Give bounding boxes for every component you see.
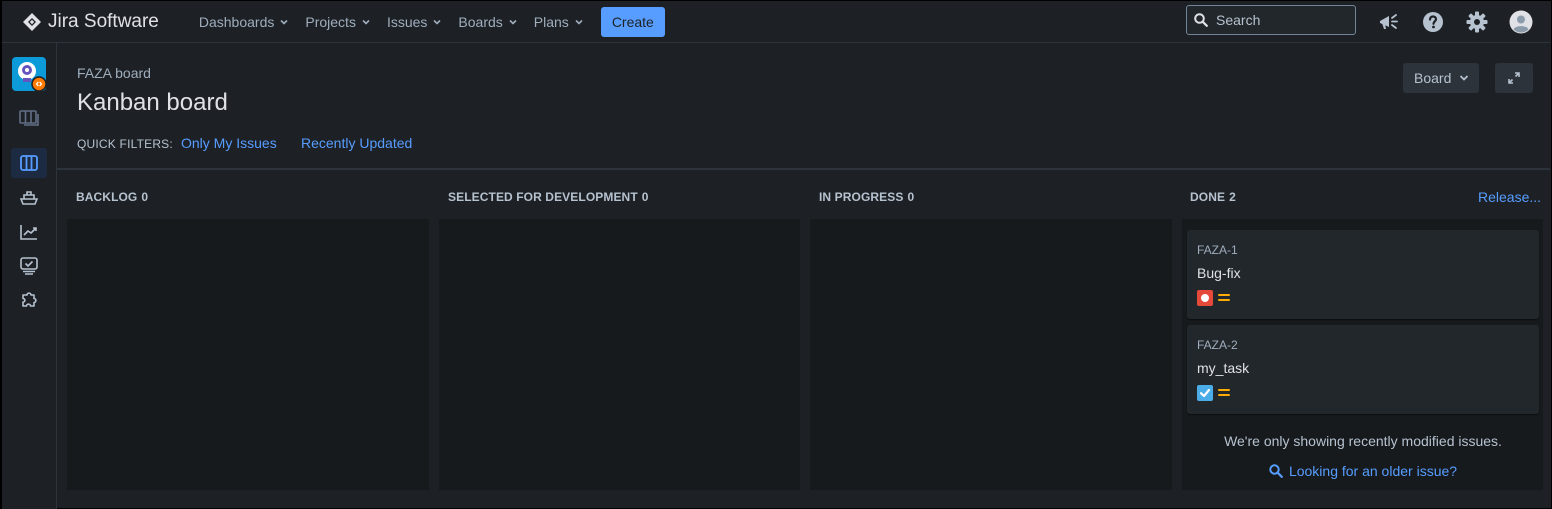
search-box[interactable] — [1186, 5, 1356, 35]
chevron-down-icon — [362, 19, 370, 25]
column-count: 0 — [641, 190, 649, 204]
backlog-board-icon[interactable] — [11, 103, 47, 133]
quick-filter-recently-updated[interactable]: Recently Updated — [301, 135, 412, 151]
search-icon — [1194, 13, 1208, 27]
user-avatar-icon[interactable] — [1509, 10, 1533, 34]
primary-menu: Dashboards Projects Issues Boards Plans … — [199, 7, 665, 37]
nav-boards[interactable]: Boards — [458, 14, 517, 30]
nav-dashboards-label: Dashboards — [198, 14, 275, 30]
nav-issues[interactable]: Issues — [387, 14, 441, 30]
column-header-in-progress: IN PROGRESS 0 — [819, 190, 914, 204]
add-ons-puzzle-icon[interactable] — [11, 285, 47, 315]
page-title: Kanban board — [77, 89, 228, 116]
column-count: 0 — [141, 190, 149, 204]
issue-key[interactable]: FAZA-1 — [1197, 243, 1238, 257]
issue-summary: Bug-fix — [1197, 265, 1241, 281]
project-sidebar — [2, 43, 57, 509]
jira-diamond-icon — [23, 13, 41, 31]
create-button[interactable]: Create — [600, 7, 665, 37]
help-icon[interactable] — [1421, 10, 1445, 34]
search-icon — [1269, 464, 1283, 478]
column-header-done: DONE 2 — [1190, 190, 1236, 204]
nav-dashboards[interactable]: Dashboards — [199, 14, 289, 30]
column-name: DONE — [1190, 190, 1226, 204]
column-name: BACKLOG — [76, 190, 138, 204]
fullscreen-button[interactable] — [1495, 63, 1533, 93]
column-header-selected-for-development: SELECTED FOR DEVELOPMENT 0 — [448, 190, 649, 204]
breadcrumb[interactable]: FAZA board — [77, 65, 151, 81]
column-name: IN PROGRESS — [819, 190, 904, 204]
expand-icon — [1508, 72, 1520, 84]
release-link[interactable]: Release... — [1478, 189, 1541, 205]
column-in-progress[interactable] — [810, 219, 1172, 490]
chevron-down-icon — [1460, 75, 1469, 81]
older-issue-link-label: Looking for an older issue? — [1288, 463, 1458, 479]
bug-icon — [1197, 290, 1213, 306]
nav-boards-label: Boards — [458, 14, 503, 30]
issue-card[interactable]: FAZA-2 my_task — [1187, 325, 1539, 414]
quick-filters-label: QUICK FILTERS: — [77, 137, 173, 151]
board-icon[interactable] — [11, 148, 47, 178]
issue-card[interactable]: FAZA-1 Bug-fix — [1187, 230, 1539, 319]
board-dropdown-button[interactable]: Board — [1403, 63, 1480, 93]
header-divider — [57, 168, 1550, 170]
priority-medium-icon — [1218, 293, 1230, 303]
chevron-down-icon — [575, 19, 583, 25]
nav-plans-label: Plans — [533, 14, 569, 30]
issues-checklist-icon[interactable] — [11, 251, 47, 281]
quick-filter-only-my-issues[interactable]: Only My Issues — [181, 135, 277, 151]
issue-summary: my_task — [1197, 360, 1250, 376]
nav-issues-label: Issues — [386, 14, 428, 30]
priority-medium-icon — [1218, 388, 1230, 398]
column-name: SELECTED FOR DEVELOPMENT — [448, 190, 638, 204]
reports-chart-icon[interactable] — [11, 217, 47, 247]
recent-issues-note: We're only showing recently modified iss… — [1224, 433, 1502, 449]
chevron-down-icon — [509, 19, 517, 25]
chevron-down-icon — [280, 19, 288, 25]
releases-ship-icon[interactable] — [11, 183, 47, 213]
jira-logo[interactable]: Jira Software — [22, 11, 159, 33]
column-header-backlog: BACKLOG 0 — [76, 190, 148, 204]
nav-projects-label: Projects — [305, 14, 356, 30]
older-issue-link[interactable]: Looking for an older issue? — [1187, 463, 1539, 479]
column-count: 2 — [1229, 190, 1236, 204]
column-backlog[interactable] — [67, 219, 429, 490]
column-count: 0 — [907, 190, 915, 204]
column-selected-for-development[interactable] — [439, 219, 800, 490]
task-icon — [1197, 385, 1213, 401]
board-button-label: Board — [1414, 70, 1452, 86]
notifications-megaphone-icon[interactable] — [1377, 10, 1401, 34]
chevron-down-icon — [433, 19, 441, 25]
search-input[interactable] — [1216, 12, 1346, 28]
app-name: Jira Software — [48, 11, 159, 32]
issue-key[interactable]: FAZA-2 — [1197, 338, 1238, 352]
settings-gear-icon[interactable] — [1465, 10, 1489, 34]
nav-plans[interactable]: Plans — [534, 14, 583, 30]
nav-projects[interactable]: Projects — [305, 14, 370, 30]
project-avatar[interactable] — [12, 57, 47, 92]
